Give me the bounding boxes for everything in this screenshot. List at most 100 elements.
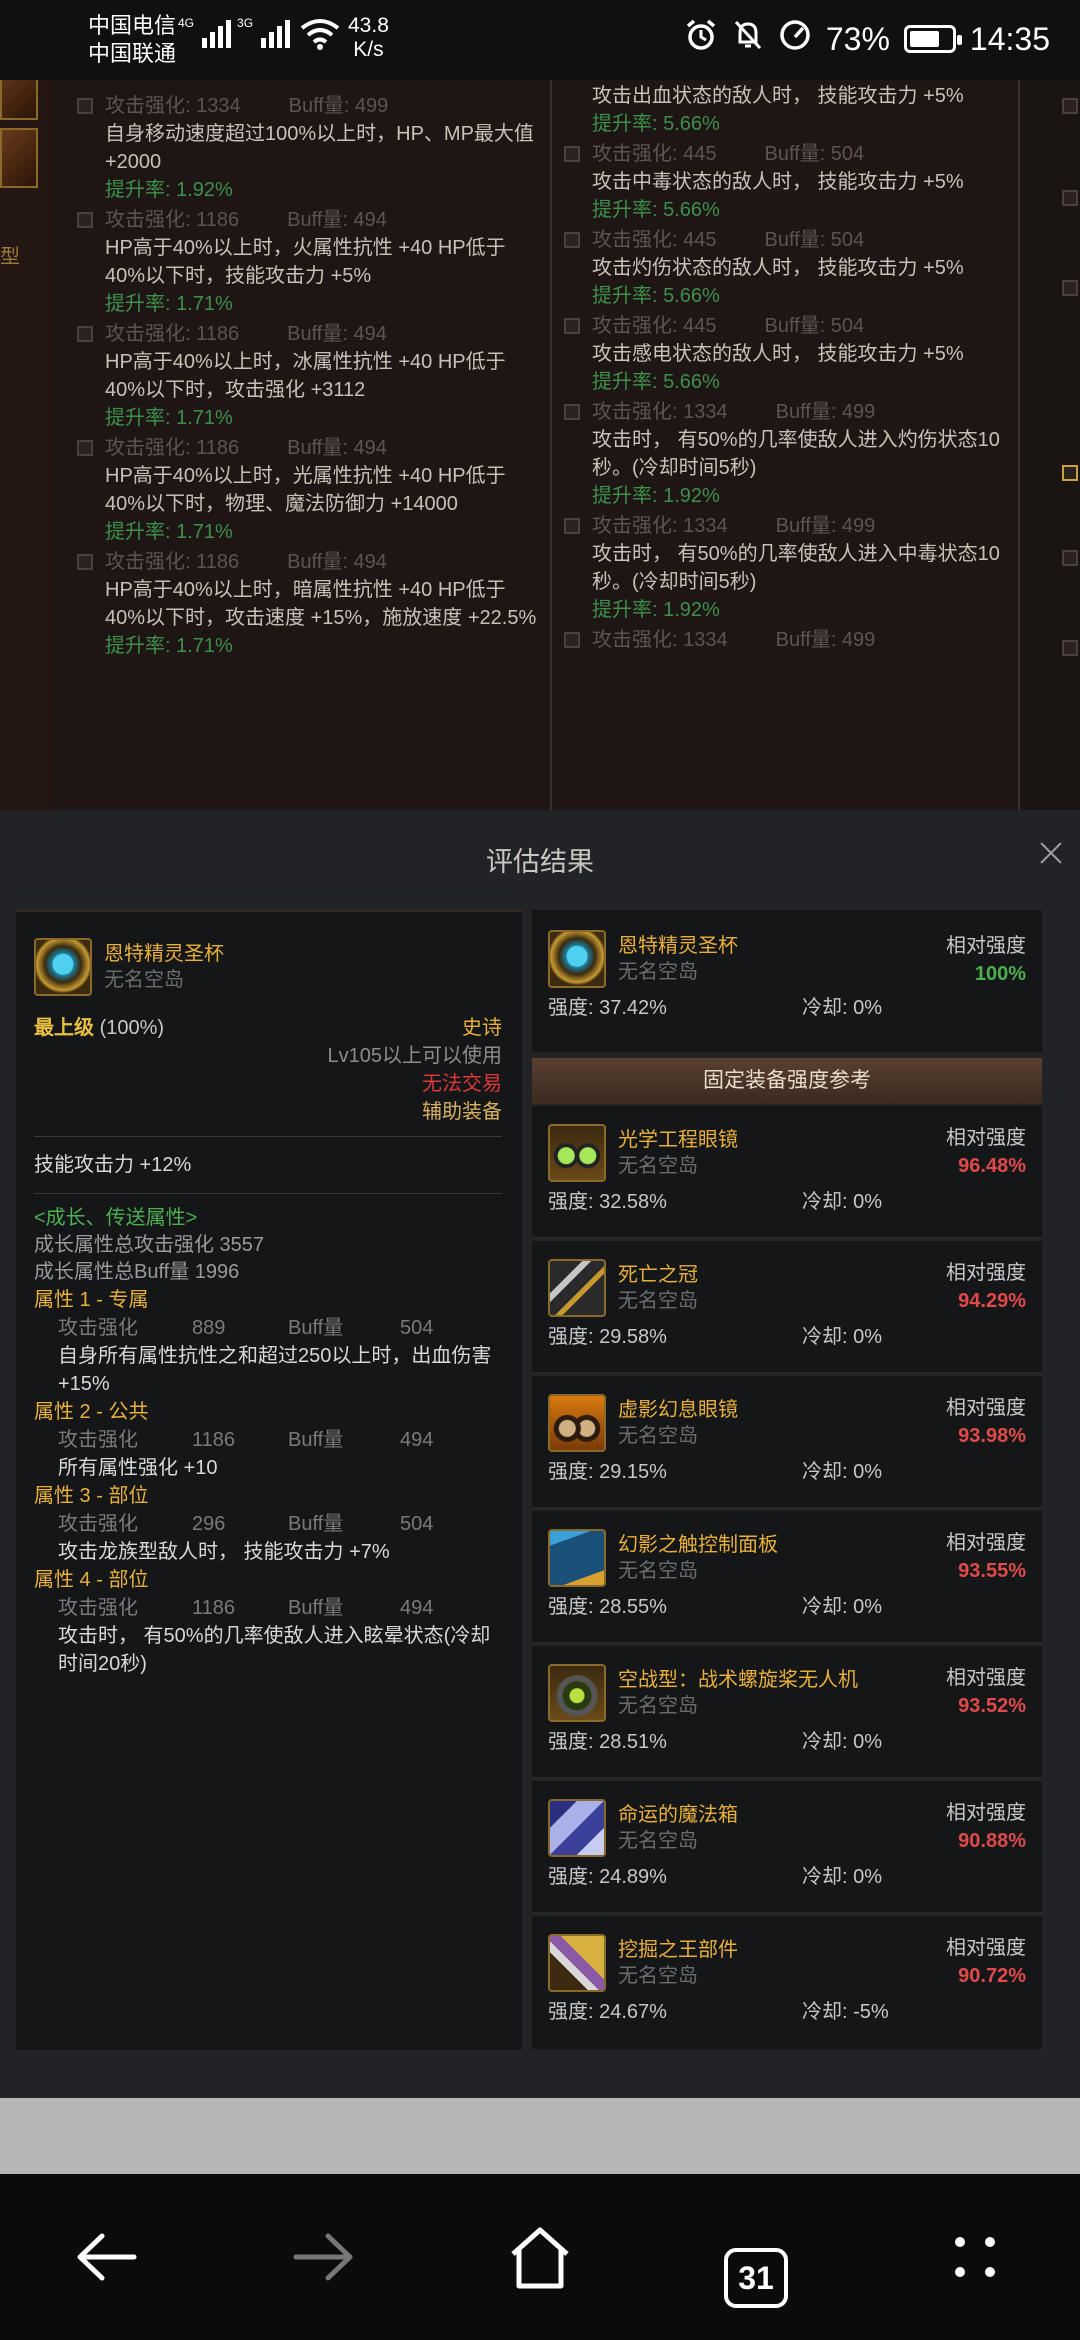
attribute-title: 属性 1 - 专属: [34, 1289, 149, 1311]
entry-desc: HP高于40%以上时，火属性抗性 +40 HP低于40%以下时，技能攻击力 +5…: [105, 237, 506, 287]
relative-strength-label: 相对强度: [946, 1937, 1026, 1959]
entry-desc: 攻击时， 有50%的几率使敌人进入中毒状态10秒。(冷却时间5秒): [592, 543, 1000, 593]
relative-strength-label: 相对强度: [946, 1802, 1026, 1824]
close-icon[interactable]: [1040, 842, 1062, 864]
battery-percent: 73%: [825, 20, 890, 57]
growth-header: <成长、传送属性>: [34, 1207, 198, 1229]
cooldown-value: 冷却: 0%: [802, 1596, 883, 1618]
item-name: 恩特精灵圣杯: [104, 943, 224, 965]
cooldown-value: 冷却: 0%: [802, 1866, 883, 1888]
attribute-block: 属性 2 - 公共 攻击强化 1186 Buff量 494 所有属性强化 +10: [34, 1398, 502, 1482]
entry-rate: 提升率: 5.66%: [592, 113, 720, 135]
item-name: 虚影幻息眼镜: [618, 1399, 738, 1421]
checkbox[interactable]: [564, 232, 580, 248]
entry-rate: 提升率: 1.92%: [592, 599, 720, 621]
reference-item-card[interactable]: 命运的魔法箱 无名空岛 相对强度 90.88% 强度: 24.89% 冷却: 0%: [532, 1781, 1042, 1914]
item-trade-status: 无法交易: [422, 1073, 502, 1095]
checkbox[interactable]: [1062, 550, 1078, 566]
background-entry[interactable]: 攻击强化: 1186 Buff量: 494 HP高于40%以上时，火属性抗性 +4…: [77, 206, 545, 318]
background-entry[interactable]: 攻击强化: 1186 Buff量: 494 HP高于40%以上时，冰属性抗性 +4…: [77, 320, 545, 432]
background-entry[interactable]: 攻击强化: 445 Buff量: 504 攻击中毒状态的敌人时， 技能攻击力 +5…: [564, 140, 1018, 224]
checkbox[interactable]: [1062, 190, 1078, 206]
item-skill-bonus: 技能攻击力 +12%: [34, 1154, 192, 1176]
entry-desc: 自身移动速度超过100%以上时，HP、MP最大值 +2000: [105, 123, 534, 173]
cooldown-value: 冷却: -5%: [802, 2001, 889, 2023]
attribute-desc: 所有属性强化 +10: [58, 1457, 218, 1479]
background-entry[interactable]: 攻击强化: 1334 Buff量: 499 自身移动速度超过100%以上时，HP、…: [77, 92, 545, 204]
grail-icon: [34, 938, 92, 996]
carrier-labels: 中国电信 中国联通: [88, 12, 176, 68]
item-owner: 无名空岛: [618, 961, 698, 983]
background-equipment-list: 型 攻击强化: 1334 Buff量: 499 自身移动速度超过100%以上时，H…: [0, 80, 1080, 810]
item-level-requirement: Lv105以上可以使用: [327, 1045, 503, 1067]
reference-item-card[interactable]: 幻影之触控制面板 无名空岛 相对强度 93.55% 强度: 28.55% 冷却: …: [532, 1511, 1042, 1644]
checkbox[interactable]: [1062, 98, 1078, 114]
item-name: 恩特精灵圣杯: [618, 935, 738, 957]
current-item-card[interactable]: 恩特精灵圣杯 无名空岛 相对强度 100% 强度: 37.42% 冷却: 0%: [532, 910, 1042, 1052]
background-entry[interactable]: 攻击强化: 1334 Buff量: 499 攻击时， 有50%的几率使敌人进入中毒…: [564, 512, 1018, 624]
reference-item-card[interactable]: 死亡之冠 无名空岛 相对强度 94.29% 强度: 29.58% 冷却: 0%: [532, 1241, 1042, 1374]
checkbox-checked[interactable]: [1062, 465, 1078, 481]
entry-buff: Buff量: 494: [287, 323, 387, 345]
attr-buff-label: Buff量: [288, 1597, 344, 1619]
reference-item-card[interactable]: 虚影幻息眼镜 无名空岛 相对强度 93.98% 强度: 29.15% 冷却: 0%: [532, 1376, 1042, 1509]
background-entry[interactable]: 攻击强化: 1186 Buff量: 494 HP高于40%以上时，暗属性抗性 +4…: [77, 548, 545, 660]
background-entry[interactable]: 攻击强化: 445 Buff量: 504 攻击灼伤状态的敌人时， 技能攻击力 +5…: [564, 226, 1018, 310]
entry-atk: 攻击强化: 445: [592, 229, 717, 251]
background-entry[interactable]: 攻击强化: 1186 Buff量: 494 HP高于40%以上时，光属性抗性 +4…: [77, 434, 545, 546]
strength-value: 强度: 29.58%: [548, 1326, 667, 1348]
reference-item-card[interactable]: 光学工程眼镜 无名空岛 相对强度 96.48% 强度: 32.58% 冷却: 0%: [532, 1106, 1042, 1239]
reference-header: 固定装备强度参考: [532, 1058, 1042, 1104]
relative-strength-value: 93.55%: [958, 1560, 1026, 1582]
background-column-1: 攻击强化: 1334 Buff量: 499 自身移动速度超过100%以上时，HP、…: [77, 80, 545, 810]
background-entry[interactable]: 攻击强化: 445 Buff量: 504 攻击感电状态的敌人时， 技能攻击力 +5…: [564, 312, 1018, 396]
checkbox[interactable]: [77, 554, 93, 570]
checkbox[interactable]: [1062, 280, 1078, 296]
strength-value: 强度: 32.58%: [548, 1191, 667, 1213]
attr-atk-label: 攻击强化: [58, 1513, 138, 1535]
entry-rate: 提升率: 1.92%: [592, 485, 720, 507]
reference-item-card[interactable]: 空战型：战术螺旋桨无人机 无名空岛 相对强度 93.52% 强度: 28.51%…: [532, 1646, 1042, 1779]
checkbox[interactable]: [77, 326, 93, 342]
strength-value: 强度: 28.55%: [548, 1596, 667, 1618]
back-arrow-icon[interactable]: [72, 2222, 142, 2292]
tabs-count-button[interactable]: 31: [724, 2248, 788, 2308]
checkbox[interactable]: [564, 146, 580, 162]
speed-value: 43.8: [348, 14, 389, 37]
checkbox[interactable]: [77, 440, 93, 456]
cooldown-value: 冷却: 0%: [802, 997, 883, 1019]
background-entry[interactable]: 攻击强化: 1334 Buff量: 499: [564, 626, 1018, 654]
magic-box-icon: [548, 1799, 606, 1857]
relative-strength-label: 相对强度: [946, 1262, 1026, 1284]
home-icon[interactable]: [505, 2222, 575, 2292]
entry-desc: 攻击感电状态的敌人时， 技能攻击力 +5%: [592, 343, 964, 365]
relative-strength-value: 100%: [974, 963, 1026, 985]
background-entry[interactable]: 攻击强化: 1334 Buff量: 499 攻击时， 有50%的几率使敌人进入灼伤…: [564, 398, 1018, 510]
item-name: 空战型：战术螺旋桨无人机: [618, 1669, 858, 1691]
checkbox[interactable]: [564, 318, 580, 334]
entry-desc: HP高于40%以上时，光属性抗性 +40 HP低于40%以下时，物理、魔法防御力…: [105, 465, 506, 515]
reference-item-card[interactable]: 挖掘之王部件 无名空岛 相对强度 90.72% 强度: 24.67% 冷却: -5…: [532, 1916, 1042, 2049]
checkbox[interactable]: [1062, 640, 1078, 656]
checkbox[interactable]: [564, 404, 580, 420]
alarm-icon: [684, 18, 718, 60]
checkbox[interactable]: [564, 632, 580, 648]
attr-atk-label: 攻击强化: [58, 1597, 138, 1619]
relative-strength-label: 相对强度: [946, 1127, 1026, 1149]
more-menu-icon[interactable]: [940, 2222, 1010, 2292]
checkbox[interactable]: [77, 98, 93, 114]
background-column-2: 攻击出血状态的敌人时， 技能攻击力 +5% 提升率: 5.66% 攻击强化: 4…: [550, 80, 1020, 810]
evaluation-dialog: 评估结果 恩特精灵圣杯 无名空岛 最上级 (100%) 史诗 Lv105以上可以…: [0, 810, 1080, 2098]
item-owner: 无名空岛: [618, 1560, 698, 1582]
checkbox[interactable]: [564, 518, 580, 534]
entry-buff: Buff量: 499: [775, 515, 876, 537]
checkbox[interactable]: [77, 212, 93, 228]
glasses-icon: [548, 1124, 606, 1182]
item-type: 辅助装备: [422, 1101, 502, 1123]
attr-buff-label: Buff量: [288, 1317, 344, 1339]
browser-toolbar-strip: [0, 2098, 1080, 2174]
network-speed: 43.8 K/s: [348, 14, 389, 62]
forward-arrow-icon[interactable]: [288, 2222, 358, 2292]
background-entry[interactable]: 攻击出血状态的敌人时， 技能攻击力 +5% 提升率: 5.66%: [592, 82, 1018, 138]
drill-icon: [548, 1934, 606, 1992]
